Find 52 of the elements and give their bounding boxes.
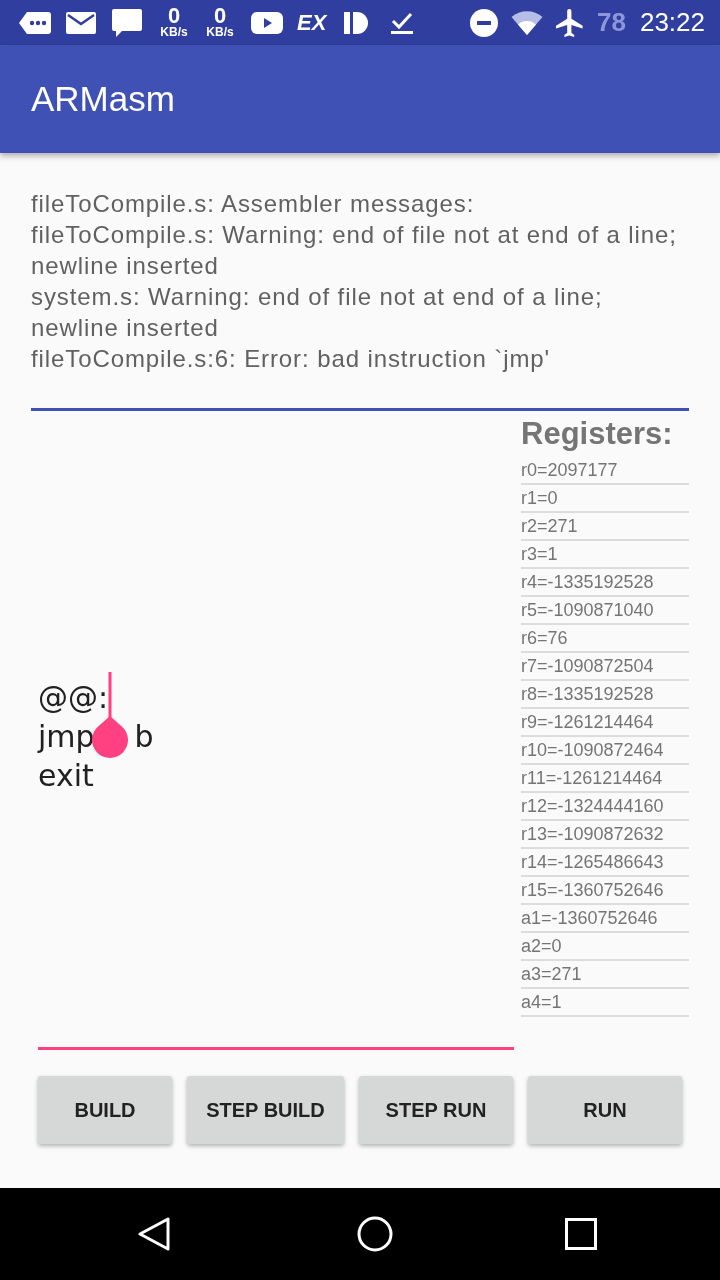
play-button-icon [251,11,283,34]
recent-apps-icon[interactable] [565,1218,597,1250]
app-badge-text: EX [297,9,327,36]
register-value: a1=-1360752646 [521,905,689,933]
back-icon[interactable] [138,1217,170,1251]
register-value: r14=-1265486643 [521,849,689,877]
net-speed-unit: KB/s [206,26,234,39]
action-button[interactable]: STEP RUN [359,1076,513,1144]
app-title: ARMasm [31,79,175,119]
bar-half-disc-icon [344,11,369,34]
register-value: r13=-1090872632 [521,821,689,849]
home-icon[interactable] [357,1216,393,1252]
register-value: r6=76 [521,625,689,653]
register-value: r7=-1090872504 [521,653,689,681]
mail-icon [66,11,96,34]
net-speed-value: 0 [213,6,227,26]
register-value: r10=-1090872464 [521,737,689,765]
log-line: fileToCompile.s: Assembler messages: [31,189,476,219]
register-value: r1=0 [521,485,689,513]
register-value: r3=1 [521,541,689,569]
register-value: r0=2097177 [521,457,689,485]
register-value: a2=0 [521,933,689,961]
tick-underline-icon [391,10,414,35]
clock-time: 23:22 [639,7,705,38]
do-not-disturb-icon [470,8,498,37]
more-notifications-icon [18,10,52,35]
code-text: @@: [38,679,109,715]
register-value: r9=-1261214464 [521,709,689,737]
code-editor-field[interactable]: @@: jmp b exit [38,411,514,1050]
register-value: r5=-1090871040 [521,597,689,625]
register-value: a3=271 [521,961,689,989]
code-text: jmp [38,718,95,754]
code-text: exit [38,757,94,793]
action-button[interactable]: BUILD [38,1076,172,1144]
register-value: a4=1 [521,989,689,1017]
register-value: r11=-1261214464 [521,765,689,793]
battery-percent: 78 [597,7,626,38]
action-button[interactable]: STEP BUILD [187,1076,344,1144]
register-value: r2=271 [521,513,689,541]
register-value: r12=-1324444160 [521,793,689,821]
airplane-icon [556,8,584,37]
log-line: fileToCompile.s:6: Error: bad instruction `jmp' [31,344,552,374]
net-speed-unit: KB/s [160,26,188,39]
wifi-icon [511,10,543,35]
register-value: r15=-1360752646 [521,877,689,905]
register-value: r8=-1335192528 [521,681,689,709]
code-text: b [134,718,154,754]
action-button[interactable]: RUN [528,1076,682,1144]
register-value: r4=-1335192528 [521,569,689,597]
chat-bubble-icon [112,8,142,37]
registers-heading: Registers: [521,415,674,453]
net-speed-value: 0 [167,6,181,26]
